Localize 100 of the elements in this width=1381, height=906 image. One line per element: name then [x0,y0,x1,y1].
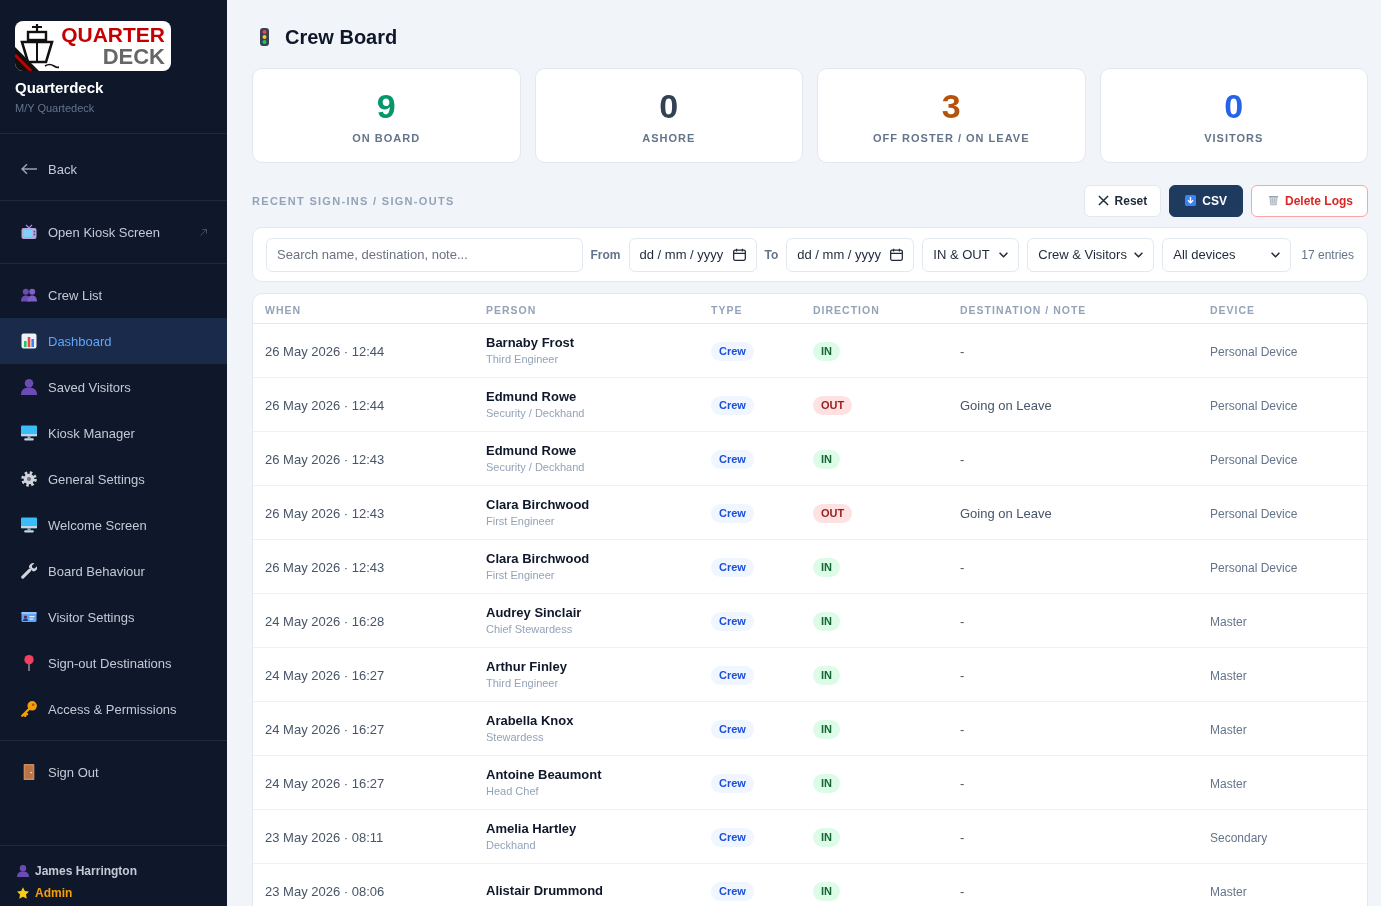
download-icon [1185,195,1197,206]
logo-text: QUARTER [61,24,165,46]
nav-item[interactable]: Kiosk Manager [0,410,227,456]
filter-dropdown[interactable]: IN & OUT [922,237,1020,272]
trash-icon [1268,195,1279,206]
nav-item[interactable]: Board Behaviour [0,548,227,594]
nav-item[interactable]: Welcome Screen [0,502,227,548]
direction-badge: IN [813,773,840,793]
direction-badge: OUT [813,395,853,415]
user-name: James Harrington [35,864,138,878]
destination-note: - [960,667,965,683]
television-icon [21,224,37,240]
type-badge: Crew [711,881,754,901]
destination-note: - [960,775,965,791]
person-name: Barnaby Frost [486,334,575,352]
filter-dropdown[interactable]: All devices [1162,237,1292,272]
destination-note: Going on Leave [960,505,1052,521]
destination-note: - [960,883,965,899]
gear-icon [21,471,37,487]
direction-badge: IN [813,881,840,901]
device-name: Master [1210,722,1247,737]
nav-item[interactable]: Sign-out Destinations [0,640,227,686]
person-name: Arthur Finley [486,658,567,676]
timestamp: 24 May 2026 · 16:27 [265,667,385,683]
people-icon [21,287,37,303]
type-badge: Crew [711,557,754,577]
chevron-down-icon [1134,251,1144,258]
stat-value: 0 [1224,88,1244,124]
person-name: Antoine Beaumont [486,766,602,784]
person-name: Alistair Drummond [486,881,603,900]
person-icon [21,379,37,395]
direction-badge: IN [813,341,840,361]
type-badge: Crew [711,773,754,793]
column-header: DESTINATION / NOTE [960,303,1087,316]
stat-value: 3 [941,88,961,124]
user-role: Admin [35,886,73,900]
wrench-icon [21,563,37,579]
calendar-icon [732,248,746,261]
person-role: First Engineer [486,514,555,529]
nav-item[interactable]: Access & Permissions [0,686,227,732]
person-name: Clara Birchwood [486,550,590,568]
timestamp: 26 May 2026 · 12:43 [265,559,385,575]
nav-item[interactable]: Sign Out [0,749,227,795]
pushpin-icon [21,655,37,671]
destination-note: - [960,613,965,629]
arrow-left-icon [21,161,37,177]
id-card-icon [21,609,37,625]
device-name: Personal Device [1210,506,1298,521]
date-field[interactable]: dd / mm / yyyy [628,237,757,272]
destination-note: Going on Leave [960,397,1052,413]
direction-badge: IN [813,611,840,631]
device-name: Master [1210,776,1247,791]
nav-item[interactable]: Saved Visitors [0,364,227,410]
stat-label: VISITORS [1204,131,1264,145]
nav-item[interactable]: Visitor Settings [0,594,227,640]
person-name: Amelia Hartley [486,820,577,838]
direction-badge: IN [813,449,840,469]
person-role: First Engineer [486,568,555,583]
person-role: Third Engineer [486,676,559,691]
nav-item[interactable]: Dashboard [0,318,227,364]
type-badge: Crew [711,611,754,631]
chevron-down-icon [1271,251,1281,258]
person-name: Edmund Rowe [486,442,577,460]
destination-note: - [960,451,965,467]
type-badge: Crew [711,395,754,415]
person-role: Deckhand [486,838,536,853]
stat-label: ON BOARD [352,131,421,145]
filter-dropdown[interactable]: Crew & Visitors [1027,237,1155,272]
person-name: Clara Birchwood [486,496,590,514]
device-name: Personal Device [1210,560,1298,575]
column-header: WHEN [265,303,302,316]
nav-item[interactable]: Crew List [0,272,227,318]
timestamp: 23 May 2026 · 08:11 [265,829,384,845]
person-name: Audrey Sinclair [486,604,582,622]
nav-item[interactable]: Back [0,146,227,192]
nav-item[interactable]: General Settings [0,456,227,502]
column-header: DEVICE [1210,303,1256,316]
date-label: To [764,247,779,262]
date-label: From [590,247,621,262]
cross-icon [1097,195,1109,206]
delete-logs-button[interactable]: Delete Logs [1251,184,1368,217]
person-name: Arabella Knox [486,712,574,730]
search-field[interactable]: Search name, destination, note... [266,237,583,272]
device-name: Personal Device [1210,452,1298,467]
type-badge: Crew [711,827,754,847]
timestamp: 24 May 2026 · 16:27 [265,775,385,791]
stat-value: 0 [659,88,679,124]
nav-item[interactable]: Open Kiosk Screen [0,209,227,255]
destination-note: - [960,721,965,737]
timestamp: 24 May 2026 · 16:27 [265,721,385,737]
column-header: DIRECTION [813,303,880,316]
device-name: Personal Device [1210,344,1298,359]
door-icon [21,764,37,780]
type-badge: Crew [711,503,754,523]
stat-value: 9 [376,88,396,124]
date-field[interactable]: dd / mm / yyyy [786,237,915,272]
reset-button[interactable]: Reset [1083,184,1162,217]
calendar-icon [890,248,904,261]
csv-export-button[interactable]: CSV [1169,184,1243,217]
direction-badge: OUT [813,503,853,523]
